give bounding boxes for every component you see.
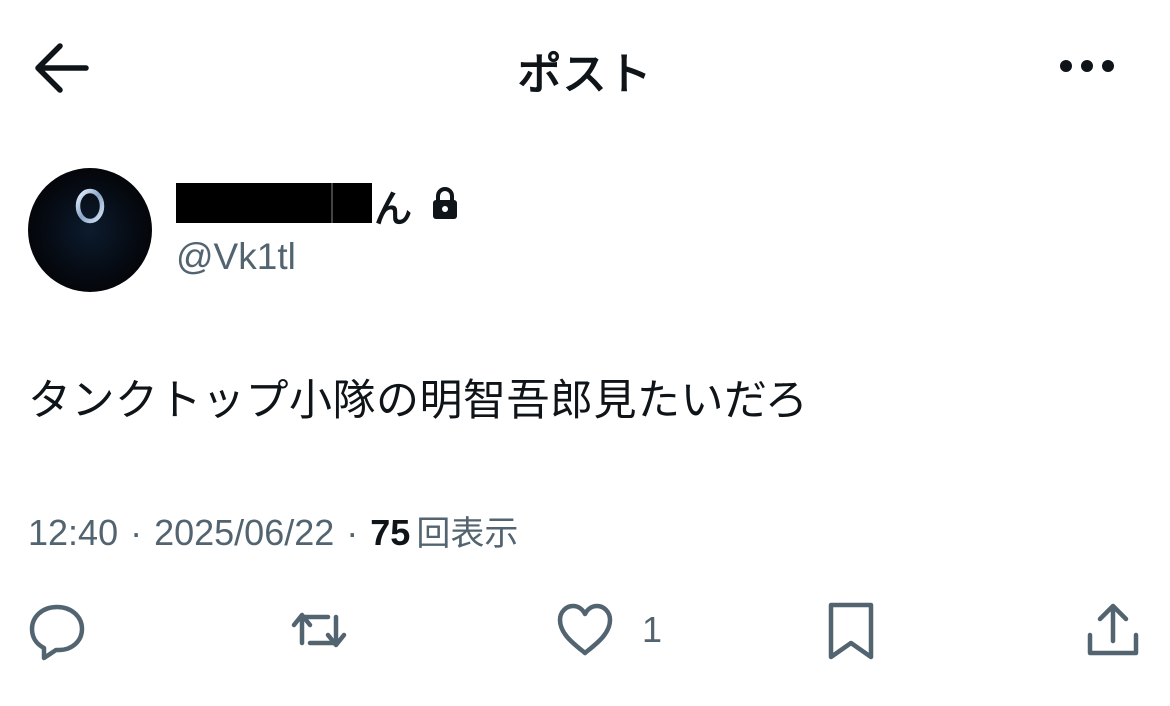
more-horizontal-icon xyxy=(1060,60,1114,72)
reply-icon xyxy=(29,604,85,661)
meta-separator: · xyxy=(346,512,359,553)
post-time[interactable]: 12:40 xyxy=(28,512,118,554)
more-button[interactable] xyxy=(1052,48,1122,84)
lock-icon xyxy=(433,187,458,219)
bookmark-icon xyxy=(828,602,874,660)
user-handle[interactable]: @Vk1tl xyxy=(176,236,296,278)
like-button[interactable]: 1 xyxy=(554,590,662,670)
heart-icon xyxy=(557,603,613,656)
like-count: 1 xyxy=(642,609,663,650)
views-count[interactable]: 75 xyxy=(370,512,410,554)
post-date[interactable]: 2025/06/22 xyxy=(154,512,334,554)
repost-button[interactable] xyxy=(288,590,350,670)
views-label: 回表示 xyxy=(416,514,519,554)
meta-separator: · xyxy=(130,512,143,553)
action-bar: 1 xyxy=(0,590,1170,670)
top-bar: ポスト xyxy=(0,0,1170,135)
page-title: ポスト xyxy=(517,49,653,100)
redacted-name xyxy=(176,183,372,223)
ankh-icon xyxy=(63,188,117,275)
reply-button[interactable] xyxy=(26,590,88,670)
display-name-suffix: ん xyxy=(374,186,413,231)
repost-icon xyxy=(291,612,347,648)
share-icon xyxy=(1087,603,1139,656)
post-meta: 12:40 · 2025/06/22 · 75 回表示 xyxy=(28,506,518,555)
post-text: タンクトップ小隊の明智吾郎見たいだろ xyxy=(28,376,809,426)
display-name[interactable]: ん xyxy=(176,180,460,231)
bookmark-button[interactable] xyxy=(820,590,882,670)
avatar[interactable] xyxy=(28,168,152,292)
share-button[interactable] xyxy=(1082,590,1144,670)
